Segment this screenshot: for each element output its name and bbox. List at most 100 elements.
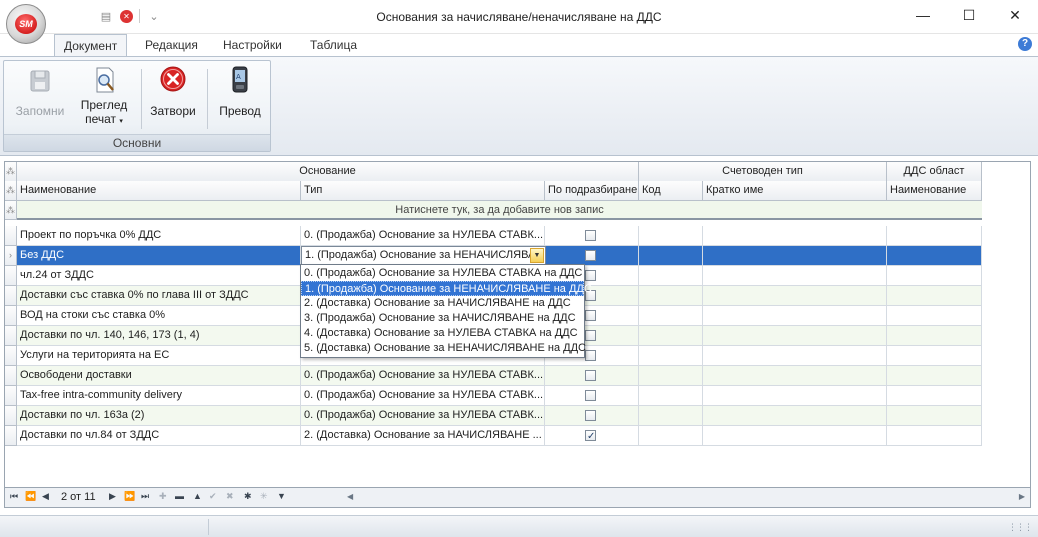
- band-vat-area[interactable]: ДДС област: [887, 162, 982, 182]
- column-header-vat-name[interactable]: Наименование: [887, 181, 982, 201]
- save-bookmark-icon[interactable]: ✳: [260, 491, 268, 502]
- column-header-short-name[interactable]: Кратко име: [703, 181, 887, 201]
- next-page-icon[interactable]: ⏩: [124, 491, 135, 502]
- horizontal-scrollbar[interactable]: ◀ ▶: [347, 492, 1025, 504]
- cell-short[interactable]: [703, 426, 887, 446]
- cell-code[interactable]: [639, 326, 703, 346]
- dropdown-option-2[interactable]: 2. (Доставка) Основание за НАЧИСЛЯВАНЕ н…: [301, 296, 584, 311]
- next-record-icon[interactable]: ▶: [109, 491, 116, 502]
- default-checkbox[interactable]: [585, 370, 596, 381]
- tab-settings[interactable]: Настройки: [214, 34, 291, 56]
- column-header-code[interactable]: Код: [639, 181, 703, 201]
- default-checkbox[interactable]: [585, 410, 596, 421]
- add-record-icon[interactable]: ✚: [159, 491, 167, 502]
- edit-record-icon[interactable]: ▲: [193, 491, 202, 501]
- cell-name[interactable]: Освободени доставки: [17, 366, 301, 386]
- cell-type[interactable]: 0. (Продажба) Основание за НУЛЕВА СТАВК.…: [301, 386, 545, 406]
- translate-button[interactable]: A Превод: [212, 65, 268, 118]
- cell-type[interactable]: 0. (Продажба) Основание за НУЛЕВА СТАВК.…: [301, 406, 545, 426]
- column-header-default[interactable]: По подразбиране: [545, 181, 639, 201]
- cell-name[interactable]: ВОД на стоки със ставка 0%: [17, 306, 301, 326]
- dropdown-option-0[interactable]: 0. (Продажба) Основание за НУЛЕВА СТАВКА…: [301, 266, 584, 281]
- row-indicator[interactable]: ›: [5, 246, 17, 266]
- delete-record-icon[interactable]: ▬: [175, 491, 184, 501]
- cell-short[interactable]: [703, 306, 887, 326]
- row-indicator[interactable]: [5, 306, 17, 326]
- cell-name[interactable]: Доставки по чл. 163а (2): [17, 406, 301, 426]
- default-checkbox[interactable]: [585, 230, 596, 241]
- cell-code[interactable]: [639, 226, 703, 246]
- cell-vat[interactable]: [887, 406, 982, 426]
- row-indicator[interactable]: [5, 266, 17, 286]
- cell-code[interactable]: [639, 266, 703, 286]
- cell-name[interactable]: Доставки със ставка 0% по глава III от З…: [17, 286, 301, 306]
- cell-short[interactable]: [703, 226, 887, 246]
- cancel-edit-icon[interactable]: ✖: [226, 491, 234, 502]
- row-indicator[interactable]: [5, 286, 17, 306]
- cell-default[interactable]: [545, 426, 639, 446]
- cell-code[interactable]: [639, 286, 703, 306]
- post-edit-icon[interactable]: ✔: [209, 491, 217, 502]
- row-indicator[interactable]: [5, 346, 17, 366]
- tab-document[interactable]: Документ: [54, 34, 128, 57]
- band-basis[interactable]: Основание: [17, 162, 639, 182]
- cell-vat[interactable]: [887, 226, 982, 246]
- dropdown-option-4[interactable]: 4. (Доставка) Основание за НУЛЕВА СТАВКА…: [301, 326, 584, 341]
- prev-page-icon[interactable]: ⏪: [25, 491, 36, 502]
- cell-name[interactable]: Доставки по чл. 140, 146, 173 (1, 4): [17, 326, 301, 346]
- cell-type[interactable]: 0. (Продажба) Основание за НУЛЕВА СТАВК.…: [301, 226, 545, 246]
- default-checkbox[interactable]: [585, 390, 596, 401]
- cell-name[interactable]: Услуги на територията на ЕС: [17, 346, 301, 366]
- dropdown-option-1[interactable]: 1. (Продажба) Основание за НЕНАЧИСЛЯВАНЕ…: [301, 281, 592, 296]
- column-header-name[interactable]: Наименование: [17, 181, 301, 201]
- cell-code[interactable]: [639, 386, 703, 406]
- cell-default[interactable]: [545, 226, 639, 246]
- row-indicator[interactable]: [5, 406, 17, 426]
- close-button[interactable]: Затвори: [145, 65, 201, 118]
- tab-table[interactable]: Таблица: [301, 34, 366, 56]
- cell-name[interactable]: Доставки по чл.84 от ЗДДС: [17, 426, 301, 446]
- print-preview-button[interactable]: Преглед печат ▾: [74, 65, 134, 126]
- cell-name[interactable]: чл.24 от ЗДДС: [17, 266, 301, 286]
- tab-edit[interactable]: Редакция: [136, 34, 207, 56]
- first-page-icon[interactable]: ⏮: [10, 491, 18, 502]
- close-window-button[interactable]: ✕: [992, 0, 1038, 30]
- cell-short[interactable]: [703, 346, 887, 366]
- last-page-icon[interactable]: ⏭: [141, 491, 149, 502]
- cell-vat[interactable]: [887, 306, 982, 326]
- cell-vat[interactable]: [887, 426, 982, 446]
- cell-code[interactable]: [639, 406, 703, 426]
- row-indicator[interactable]: [5, 226, 17, 246]
- cell-short[interactable]: [703, 286, 887, 306]
- resize-grip-icon[interactable]: ⋮⋮⋮: [1008, 522, 1033, 533]
- cell-code[interactable]: [639, 426, 703, 446]
- row-indicator[interactable]: [5, 426, 17, 446]
- filter-icon[interactable]: ▼: [277, 491, 286, 501]
- cell-short[interactable]: [703, 246, 887, 266]
- row-indicator[interactable]: [5, 366, 17, 386]
- cell-vat[interactable]: [887, 326, 982, 346]
- dropdown-option-3[interactable]: 3. (Продажба) Основание за НАЧИСЛЯВАНЕ н…: [301, 311, 584, 326]
- cell-default[interactable]: [545, 366, 639, 386]
- cell-vat[interactable]: [887, 386, 982, 406]
- cell-short[interactable]: [703, 406, 887, 426]
- cell-short[interactable]: [703, 266, 887, 286]
- default-checkbox[interactable]: [585, 427, 596, 445]
- default-checkbox[interactable]: [585, 270, 596, 281]
- cell-code[interactable]: [639, 306, 703, 326]
- cell-type[interactable]: 0. (Продажба) Основание за НУЛЕВА СТАВК.…: [301, 366, 545, 386]
- type-combo-editor[interactable]: 1. (Продажба) Основание за НЕНАЧИСЛЯВА ▼: [301, 246, 546, 265]
- new-row-prompt[interactable]: Натиснете тук, за да добавите нов запис: [17, 201, 982, 220]
- cell-vat[interactable]: [887, 246, 982, 266]
- maximize-button[interactable]: ☐: [946, 0, 992, 30]
- column-header-type[interactable]: Тип: [301, 181, 545, 201]
- cell-default[interactable]: [545, 386, 639, 406]
- row-indicator[interactable]: [5, 386, 17, 406]
- band-accounting-type[interactable]: Счетоводен тип: [639, 162, 887, 182]
- cell-code[interactable]: [639, 366, 703, 386]
- app-menu-button[interactable]: SM: [6, 4, 46, 44]
- default-checkbox[interactable]: [585, 350, 596, 361]
- cell-name[interactable]: Tax-free intra-community delivery: [17, 386, 301, 406]
- cell-code[interactable]: [639, 246, 703, 266]
- scroll-right-icon[interactable]: ▶: [1019, 492, 1025, 501]
